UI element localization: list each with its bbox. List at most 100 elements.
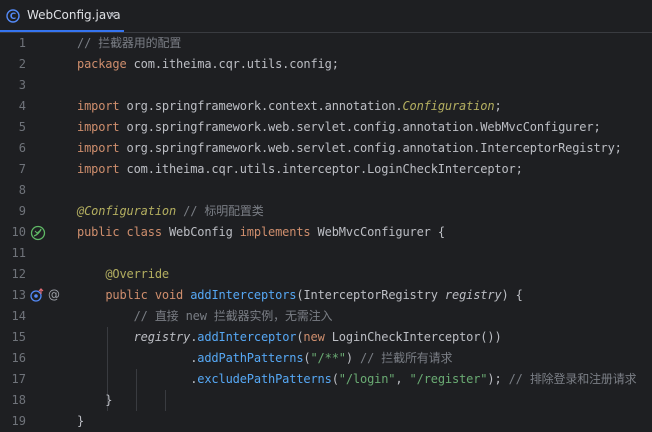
line-number: 15 [11, 330, 26, 344]
line-number: 8 [18, 183, 26, 197]
code-token: import [77, 120, 120, 134]
code-text: } [77, 411, 84, 432]
code-token: ) { [501, 288, 523, 302]
code-line[interactable]: 3 [0, 75, 652, 96]
code-line[interactable]: 4 import org.springframework.context.anno… [0, 96, 652, 117]
code-token: public class [77, 225, 162, 239]
code-text: package com.itheima.cqr.utils.config; [77, 54, 339, 75]
line-number: 16 [11, 351, 26, 365]
code-token: com.itheima.cqr.utils.config; [126, 57, 339, 71]
code-token: . [77, 351, 198, 365]
code-line[interactable]: 14 // 直接 new 拦截器实例，无需注入 [0, 306, 652, 327]
close-icon[interactable] [106, 9, 118, 21]
code-token: "/register" [409, 372, 488, 386]
code-text: registry.addInterceptor(new LoginCheckIn… [77, 327, 502, 348]
code-line[interactable]: 15 registry.addInterceptor(new LoginChec… [0, 327, 652, 348]
code-token: registry [444, 288, 502, 302]
code-line[interactable]: 6 import org.springframework.web.servlet.… [0, 138, 652, 159]
line-number: 6 [18, 141, 26, 155]
code-token: } [77, 414, 85, 428]
svg-text:C: C [10, 12, 16, 22]
code-text: .addPathPatterns("/**") // 拦截所有请求 [77, 348, 452, 369]
editor-tab-bar: C WebConfig.java [0, 0, 652, 33]
code-token: // 排除登录和注册请求 [508, 372, 637, 386]
code-token: import [77, 162, 120, 176]
code-token: import [77, 141, 120, 155]
code-token: WebConfig [161, 225, 240, 239]
code-line[interactable]: 2 package com.itheima.cqr.utils.config; [0, 54, 652, 75]
code-text: import org.springframework.context.annot… [77, 96, 502, 117]
implemented-method-icon[interactable] [29, 287, 45, 303]
code-token: import [77, 99, 120, 113]
code-line[interactable]: 17 .excludePathPatterns("/login", "/regi… [0, 369, 652, 390]
code-token: org.springframework.web.servlet.config.a… [119, 120, 601, 134]
line-number: 1 [18, 36, 26, 50]
code-token: addInterceptor [197, 330, 297, 344]
annotation-at-icon[interactable]: @ [47, 287, 61, 302]
code-token: (InterceptorRegistry [296, 288, 445, 302]
code-text: .excludePathPatterns("/login", "/registe… [77, 369, 636, 390]
line-number: 2 [18, 57, 26, 71]
code-line[interactable]: 1 // 拦截器用的配置 [0, 33, 652, 54]
code-line[interactable]: 10 public class WebConfig implements WebM… [0, 222, 652, 243]
code-token: ) [345, 351, 361, 365]
java-class-icon: C [6, 9, 20, 23]
code-token: org.springframework.context.annotation. [119, 99, 403, 113]
line-number: 5 [18, 120, 26, 134]
code-text: public class WebConfig implements WebMvc… [77, 222, 445, 243]
code-token: ; [494, 99, 502, 113]
code-token: LoginCheckInterceptor()) [324, 330, 502, 344]
code-line[interactable]: 8 [0, 180, 652, 201]
code-text: import org.springframework.web.servlet.c… [77, 117, 601, 138]
code-token: // 拦截器用的配置 [77, 36, 182, 50]
code-text: @Override [77, 264, 169, 285]
code-line[interactable]: 11 [0, 243, 652, 264]
code-token: org.springframework.web.servlet.config.a… [119, 141, 622, 155]
code-token: @Configuration [77, 204, 177, 218]
code-token: } [77, 393, 113, 407]
line-number: 17 [11, 372, 26, 386]
code-token: // 直接 new 拦截器实例，无需注入 [133, 309, 333, 323]
code-line[interactable]: 19} [0, 411, 652, 432]
code-line[interactable]: 16 .addPathPatterns("/**") // 拦截所有请求 [0, 348, 652, 369]
line-number: 13 [11, 288, 26, 302]
code-token: WebMvcConfigurer { [310, 225, 446, 239]
line-number: 18 [11, 393, 26, 407]
line-number: 7 [18, 162, 26, 176]
code-text: } [77, 390, 112, 411]
code-token: // 标明配置类 [176, 204, 264, 218]
code-token: "/**" [310, 351, 346, 365]
tab-webconfig-java[interactable]: C WebConfig.java [0, 0, 124, 32]
code-editor[interactable]: 1 // 拦截器用的配置 2 package com.itheima.cqr.util… [0, 33, 652, 432]
code-text: // 直接 new 拦截器实例，无需注入 [77, 306, 333, 327]
code-line[interactable]: 9 @Configuration // 标明配置类 [0, 201, 652, 222]
code-token: @Override [105, 267, 169, 281]
code-token: addInterceptors [190, 288, 297, 302]
code-token: com.itheima.cqr.utils.interceptor.LoginC… [119, 162, 523, 176]
code-token: excludePathPatterns [197, 372, 332, 386]
bean-icon[interactable] [30, 225, 46, 241]
svg-text:@: @ [48, 288, 60, 302]
line-number: 3 [18, 78, 26, 92]
code-line[interactable]: 5 import org.springframework.web.servlet.… [0, 117, 652, 138]
code-text: import com.itheima.cqr.utils.interceptor… [77, 159, 523, 180]
code-text: // 拦截器用的配置 [77, 33, 181, 54]
line-number: 11 [11, 246, 26, 260]
line-number: 9 [18, 204, 26, 218]
code-line[interactable]: 18 } [0, 390, 652, 411]
code-token: public void [105, 288, 184, 302]
code-token: "/login" [338, 372, 396, 386]
code-line[interactable]: 7 import com.itheima.cqr.utils.intercepto… [0, 159, 652, 180]
code-text: public void addInterceptors(InterceptorR… [77, 285, 523, 306]
line-number: 12 [11, 267, 26, 281]
code-token: , [395, 372, 410, 386]
code-line[interactable]: 12 @Override [0, 264, 652, 285]
code-line[interactable]: 13 public void addInterceptors(Intercept… [0, 285, 652, 306]
code-text: @Configuration // 标明配置类 [77, 201, 264, 222]
code-token: addPathPatterns [197, 351, 304, 365]
code-token: . [77, 372, 198, 386]
line-number: 10 [11, 225, 26, 239]
